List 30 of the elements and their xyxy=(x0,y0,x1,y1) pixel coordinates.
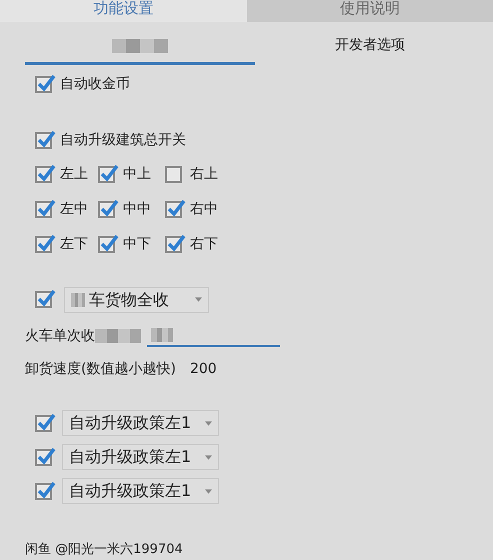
field-label: 火车单次收 xyxy=(25,326,95,346)
checkbox[interactable] xyxy=(165,166,182,184)
dropdown[interactable]: 自动升级政策左1 xyxy=(62,410,219,436)
checkbox-label: 左下 xyxy=(60,235,88,254)
dropdown-arrow-icon xyxy=(205,454,212,460)
checkbox-label: 右下 xyxy=(190,235,218,254)
tab[interactable]: 开发者选项 xyxy=(255,30,485,65)
checkbox-label: 左中 xyxy=(60,200,88,220)
checkbox-label: 自动升级建筑总开关 xyxy=(60,131,186,150)
redacted-block xyxy=(151,328,173,342)
field-label: 卸货速度(数值越小越快) xyxy=(25,360,176,379)
redacted-block xyxy=(71,292,85,307)
checkbox-label: 右中 xyxy=(190,200,218,220)
checkbox-label: 中中 xyxy=(123,200,151,220)
input-field[interactable]: 200 xyxy=(190,358,217,380)
checkbox-label: 右上 xyxy=(190,165,218,184)
footer-text: 闲鱼 @阳光一米六199704 xyxy=(25,542,183,557)
dropdown[interactable]: 车货物全收 xyxy=(64,286,209,313)
dropdown[interactable]: 自动升级政策左1 xyxy=(62,478,219,504)
checkbox-label: 中下 xyxy=(123,235,151,254)
dropdown-arrow-icon xyxy=(195,297,202,302)
checkbox-label: 左上 xyxy=(60,165,88,184)
dropdown-arrow-icon xyxy=(205,488,212,494)
tab[interactable]: 功能设置 xyxy=(0,0,246,22)
input-field[interactable] xyxy=(147,325,280,348)
checkbox-label: 自动收金币 xyxy=(60,75,130,94)
dropdown-arrow-icon xyxy=(205,420,212,426)
dropdown[interactable]: 自动升级政策左1 xyxy=(62,444,219,470)
redacted-block xyxy=(95,329,141,344)
checkbox-label: 中上 xyxy=(123,165,151,184)
